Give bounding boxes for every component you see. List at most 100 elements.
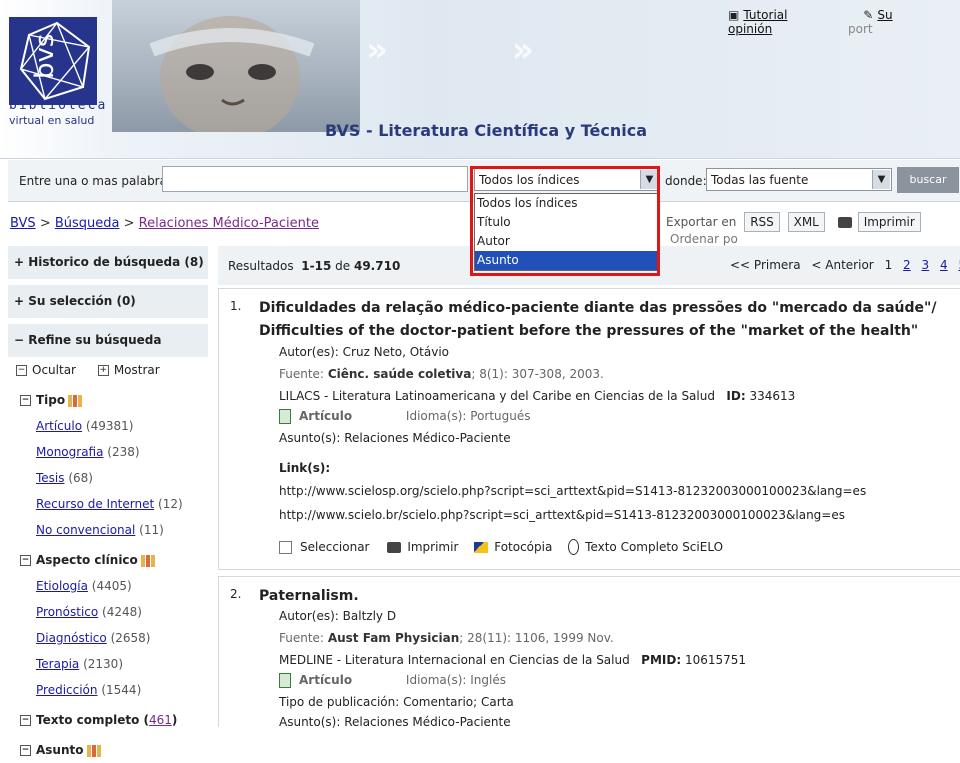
source-select[interactable]: Todas las fuente ▼	[706, 168, 892, 191]
checkbox-icon	[279, 540, 292, 554]
result-link-url[interactable]: http://www.scielosp.org/scielo.php?scrip…	[279, 484, 866, 498]
donde-label: donde:	[665, 174, 707, 188]
facet-item: Monografia (238)	[36, 445, 140, 459]
facet-item: Recurso de Internet (12)	[36, 497, 183, 511]
result-link-url[interactable]: http://www.scielo.br/scielo.php?script=s…	[279, 508, 845, 522]
print-action[interactable]: Imprimir	[387, 540, 458, 554]
collapse-icon: −	[20, 555, 31, 566]
photocopy-action[interactable]: Fotocópia	[474, 540, 552, 554]
historico-toggle[interactable]: + Historico de búsqueda (8)	[8, 246, 208, 279]
export-label: Exportar en	[666, 215, 737, 229]
facet-item: Terapia (2130)	[36, 657, 123, 671]
result-database: MEDLINE - Literatura Internacional en Ci…	[279, 653, 747, 667]
fulltext-icon	[568, 539, 580, 555]
breadcrumb-separator: >	[123, 216, 139, 231]
facet-link[interactable]: Recurso de Internet	[36, 497, 154, 511]
print-button[interactable]: Imprimir	[833, 212, 926, 232]
facet-item: No convencional (11)	[36, 523, 164, 537]
top-links: ▣ Tutorial ✎ Su opinión port	[728, 8, 960, 36]
pager-previous[interactable]: < Anterior	[811, 258, 873, 272]
facet-link[interactable]: Monografia	[36, 445, 103, 459]
facet-item: Artículo (49381)	[36, 419, 134, 433]
fulltext-action[interactable]: Texto Completo SciELO	[568, 539, 723, 555]
pager-page[interactable]: 3	[922, 258, 930, 272]
facet-item: Tesis (68)	[36, 471, 93, 485]
decorative-chevron-icon: »	[512, 30, 534, 70]
result-source: Fuente: Ciênc. saúde coletiva; 8(1): 307…	[279, 367, 604, 381]
select-checkbox[interactable]: Seleccionar	[279, 540, 369, 554]
bar-chart-icon[interactable]	[86, 744, 101, 757]
print-icon	[837, 217, 852, 228]
result-type-row: Artículo Idioma(s): Portugués	[279, 409, 531, 424]
decorative-chevron-icon: »	[366, 30, 388, 70]
result-title[interactable]: Dificuldades da relação médico-paciente …	[259, 297, 959, 343]
result-author: Autor(es): Baltzly D	[279, 609, 397, 623]
site-header: » » bvs biblioteca virtual en salud ▣ Tut…	[0, 0, 960, 159]
tutorial-link[interactable]: ▣ Tutorial	[728, 8, 823, 22]
facet-link[interactable]: Pronóstico	[36, 605, 98, 619]
result-number: 2.	[230, 587, 242, 601]
language-link-port[interactable]: port	[848, 22, 873, 36]
seleccion-toggle[interactable]: + Su selección (0)	[8, 285, 208, 318]
facet-item: Pronóstico (4248)	[36, 605, 142, 619]
search-input[interactable]	[162, 166, 468, 192]
result-number: 1.	[230, 299, 242, 313]
ocultar-mostrar-row: − Ocultar + Mostrar	[8, 357, 208, 383]
highlight-box	[470, 166, 660, 276]
breadcrumb-current[interactable]: Relaciones Médico-Paciente	[139, 216, 319, 231]
xml-button[interactable]: XML	[787, 212, 825, 232]
collapse-icon: −	[20, 715, 31, 726]
facet-link[interactable]: Predicción	[36, 683, 98, 697]
header-photo	[112, 0, 360, 140]
rss-button[interactable]: RSS	[744, 212, 780, 232]
breadcrumb: BVS > Búsqueda > Relaciones Médico-Pacie…	[10, 216, 319, 231]
bar-chart-icon[interactable]	[68, 394, 83, 407]
collapse-icon: −	[20, 745, 31, 756]
tutorial-icon: ▣	[728, 8, 740, 22]
sidebar: + Historico de búsqueda (8) + Su selecci…	[8, 246, 208, 757]
breadcrumb-busqueda[interactable]: Búsqueda	[55, 216, 120, 231]
ocultar-toggle[interactable]: − Ocultar	[16, 363, 76, 377]
result-actions: Seleccionar Imprimir Fotocópia Texto Com…	[279, 539, 723, 555]
texto-completo-link[interactable]: 461	[149, 713, 172, 727]
facet-asunto[interactable]: − Asunto	[8, 737, 208, 763]
order-label[interactable]: Ordenar po	[670, 232, 738, 246]
facet-aspecto-clinico[interactable]: − Aspecto clínico	[8, 547, 208, 573]
pager: << Primera < Anterior 1 2 3 4 5 6	[730, 258, 960, 272]
logo-line-2: virtual en salud	[9, 114, 95, 127]
result-links-label: Link(s):	[279, 461, 331, 475]
result-type-row: Artículo Idioma(s): Inglés	[279, 673, 506, 688]
facet-item: Predicción (1544)	[36, 683, 142, 697]
facet-tipo[interactable]: − Tipo	[8, 387, 208, 413]
pager-page[interactable]: 2	[903, 258, 911, 272]
result-database: LILACS - Literatura Latinoamericana y de…	[279, 389, 796, 403]
buscar-button[interactable]: buscar	[897, 167, 959, 193]
source-select-value: Todas las fuente	[711, 173, 809, 187]
facet-link[interactable]: Artículo	[36, 419, 82, 433]
pager-page[interactable]: 4	[940, 258, 948, 272]
result-title[interactable]: Paternalism.	[259, 585, 959, 608]
result-author: Autor(es): Cruz Neto, Otávio	[279, 345, 449, 359]
pager-first[interactable]: << Primera	[730, 258, 801, 272]
facet-link[interactable]: Diagnóstico	[36, 631, 107, 645]
result-item: 2. Paternalism. Autor(es): Baltzly D Fue…	[218, 576, 960, 729]
facet-link[interactable]: Etiología	[36, 579, 88, 593]
result-publication-type: Tipo de publicación: Comentario; Carta	[279, 695, 514, 709]
logo-text: bvs	[30, 34, 60, 79]
breadcrumb-bvs[interactable]: BVS	[10, 216, 36, 231]
chevron-down-icon[interactable]: ▼	[872, 170, 890, 189]
facet-link[interactable]: Terapia	[36, 657, 79, 671]
result-subject: Asunto(s): Relaciones Médico-Paciente	[279, 715, 511, 729]
facet-link[interactable]: Tesis	[36, 471, 65, 485]
facet-item: Diagnóstico (2658)	[36, 631, 151, 645]
refine-toggle[interactable]: − Refine su búsqueda	[8, 324, 208, 357]
facet-link[interactable]: No convencional	[36, 523, 135, 537]
bvs-logo[interactable]: bvs	[9, 17, 97, 105]
export-bar: Exportar en RSS XML Imprimir Ordenar po	[666, 212, 960, 246]
facet-texto-completo[interactable]: − Texto completo (461)	[8, 707, 208, 733]
document-icon	[279, 673, 291, 688]
mostrar-toggle[interactable]: + Mostrar	[97, 363, 160, 377]
expand-icon: +	[97, 365, 109, 376]
bar-chart-icon[interactable]	[140, 554, 155, 567]
logo-line-1: biblioteca	[9, 98, 108, 113]
